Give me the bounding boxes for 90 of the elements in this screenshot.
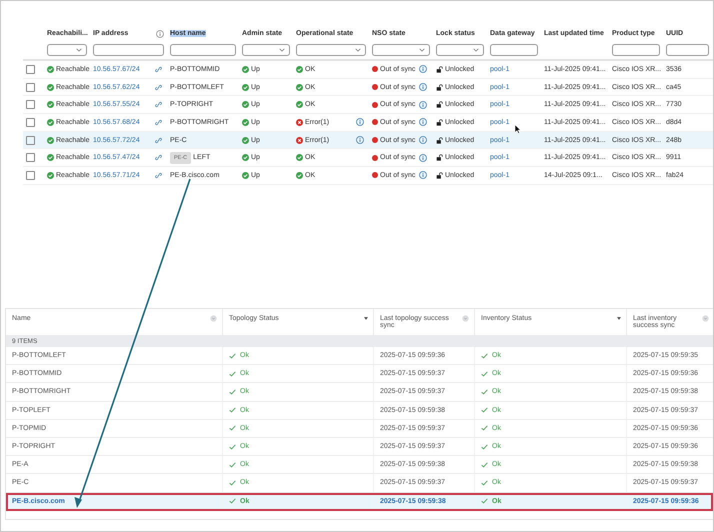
filter-field[interactable] [93, 44, 164, 56]
filter-field[interactable] [490, 44, 538, 56]
link-icon[interactable] [155, 101, 162, 108]
filter-dropdown[interactable] [372, 44, 430, 56]
alert-dot-icon [372, 102, 378, 108]
check-circle-icon [242, 84, 249, 91]
unlocked-padlock-icon [436, 101, 443, 108]
check-circle-icon [47, 101, 54, 108]
check-circle-icon [47, 154, 54, 162]
check-circle-icon [242, 136, 249, 144]
info-icon[interactable] [419, 171, 428, 180]
checkmark-icon [481, 388, 488, 395]
filter-field[interactable] [170, 44, 236, 56]
checkmark-icon [229, 480, 236, 486]
info-icon[interactable] [419, 118, 428, 126]
link-icon[interactable] [155, 118, 162, 126]
row-checkbox[interactable] [26, 170, 35, 180]
row-checkbox[interactable] [26, 100, 35, 110]
check-circle-icon [47, 118, 54, 126]
checkmark-icon [229, 352, 236, 359]
info-icon[interactable] [419, 83, 428, 92]
info-icon[interactable] [356, 136, 364, 144]
alert-dot-icon [372, 84, 378, 90]
chevron-down-icon [419, 48, 425, 52]
info-icon[interactable] [156, 30, 164, 38]
check-circle-icon [47, 84, 54, 91]
filter-dropdown[interactable] [436, 44, 484, 56]
unlocked-padlock-icon [436, 118, 443, 126]
check-circle-icon [242, 172, 249, 179]
row-checkbox[interactable] [26, 118, 35, 127]
info-icon[interactable] [419, 100, 428, 109]
column-menu-icon[interactable] [462, 315, 469, 322]
unlocked-padlock-icon [436, 136, 443, 144]
column-menu-icon[interactable] [210, 315, 217, 322]
checkmark-icon [481, 370, 488, 377]
filter-field[interactable] [666, 44, 709, 56]
alert-dot-icon [372, 172, 378, 178]
checkmark-icon [229, 498, 236, 504]
checkmark-icon [481, 352, 488, 359]
unlocked-padlock-icon [436, 84, 443, 91]
filter-dropdown[interactable] [47, 44, 87, 56]
check-circle-icon [47, 66, 54, 73]
check-circle-icon [47, 136, 54, 144]
checkmark-icon [229, 370, 236, 377]
unlocked-padlock-icon [436, 172, 443, 179]
alert-dot-icon [372, 137, 378, 144]
checkmark-icon [229, 444, 236, 450]
alert-dot-icon [372, 154, 378, 161]
caret-icon[interactable] [364, 317, 368, 320]
chevron-down-icon [279, 48, 285, 52]
alert-dot-icon [372, 66, 378, 72]
row-checkbox[interactable] [26, 82, 35, 92]
checkmark-icon [481, 462, 488, 468]
check-circle-icon [242, 101, 249, 108]
checkmark-icon [481, 480, 488, 486]
link-icon[interactable] [155, 66, 162, 73]
checkmark-icon [481, 407, 488, 414]
check-circle-icon [47, 172, 54, 179]
link-icon[interactable] [155, 172, 162, 179]
row-checkbox[interactable] [26, 64, 35, 74]
alert-dot-icon [372, 119, 378, 126]
link-icon[interactable] [155, 154, 162, 162]
unlocked-padlock-icon [436, 66, 443, 73]
column-menu-icon[interactable] [702, 315, 709, 322]
check-circle-icon [242, 118, 249, 126]
chevron-down-icon [355, 48, 361, 52]
filter-field[interactable] [612, 44, 660, 56]
row-checkbox[interactable] [26, 136, 35, 145]
info-icon[interactable] [419, 154, 428, 162]
check-circle-icon [242, 66, 249, 73]
caret-icon[interactable] [617, 317, 621, 320]
link-icon[interactable] [155, 84, 162, 91]
checkmark-icon [229, 388, 236, 395]
chevron-down-icon [76, 48, 82, 52]
info-icon[interactable] [419, 65, 428, 74]
row-checkbox[interactable] [26, 153, 35, 162]
link-icon[interactable] [155, 136, 162, 144]
unlocked-padlock-icon [436, 154, 443, 162]
checkmark-icon [229, 462, 236, 468]
checkmark-icon [481, 498, 488, 504]
checkmark-icon [229, 425, 236, 432]
checkmark-icon [481, 444, 488, 450]
filter-dropdown[interactable] [296, 44, 366, 56]
checkmark-icon [229, 407, 236, 414]
check-circle-icon [242, 154, 249, 162]
info-icon[interactable] [356, 118, 364, 126]
filter-dropdown[interactable] [242, 44, 290, 56]
chevron-down-icon [473, 48, 479, 52]
info-icon[interactable] [419, 136, 428, 144]
checkmark-icon [481, 425, 488, 432]
